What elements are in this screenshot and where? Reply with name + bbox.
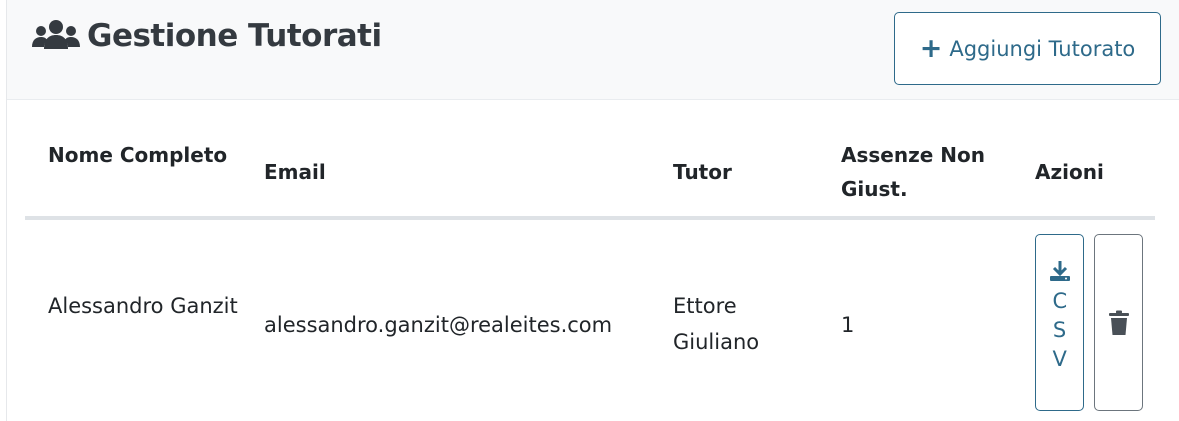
cell-absences: 1 bbox=[841, 313, 855, 337]
cell-name: Alessandro Ganzit bbox=[48, 294, 238, 318]
page-title: Gestione Tutorati bbox=[87, 18, 382, 54]
column-header-assenze: Assenze Non Giust. bbox=[841, 143, 985, 201]
cell-email: alessandro.ganzit@realeites.com bbox=[264, 313, 613, 337]
add-tutorato-button[interactable]: + Aggiungi Tutorato bbox=[894, 12, 1161, 85]
table-header-divider bbox=[25, 216, 1155, 220]
cell-tutor: Ettore Giuliano bbox=[673, 294, 760, 354]
column-header-azioni: Azioni bbox=[1035, 160, 1104, 184]
tutorati-card: Gestione Tutorati + Aggiungi Tutorato bbox=[6, 0, 1179, 421]
download-csv-button[interactable]: CSV bbox=[1035, 234, 1084, 411]
plus-icon: + bbox=[919, 33, 943, 64]
download-icon bbox=[1049, 261, 1070, 281]
column-header-tutor: Tutor bbox=[673, 160, 732, 184]
csv-label: CSV bbox=[1052, 289, 1068, 371]
delete-button[interactable] bbox=[1094, 234, 1143, 411]
trash-icon bbox=[1108, 310, 1129, 335]
users-icon bbox=[32, 20, 80, 49]
column-header-nome: Nome Completo bbox=[48, 143, 228, 167]
column-header-email: Email bbox=[264, 160, 326, 184]
add-tutorato-label: Aggiungi Tutorato bbox=[949, 36, 1136, 61]
page-title-group: Gestione Tutorati bbox=[31, 18, 382, 54]
card-header: Gestione Tutorati + Aggiungi Tutorato bbox=[7, 0, 1179, 100]
